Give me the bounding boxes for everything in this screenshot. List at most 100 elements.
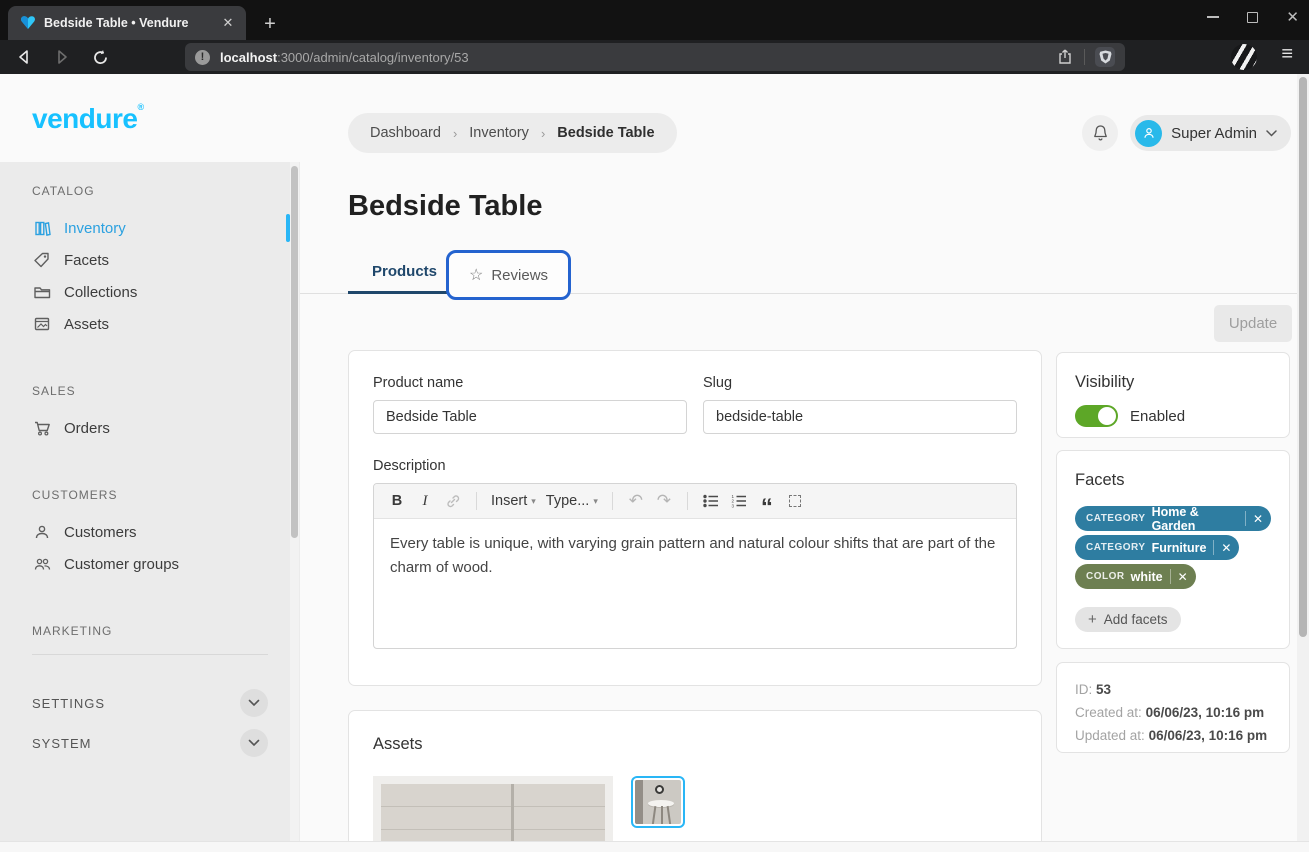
sidebar-item-customers[interactable]: Customers <box>0 516 300 548</box>
sidebar-item-customer-groups[interactable]: Customer groups <box>0 548 300 580</box>
chevron-down-icon[interactable] <box>240 729 268 757</box>
brave-shield-icon[interactable] <box>1095 47 1115 67</box>
avatar <box>1135 120 1162 147</box>
redo-button[interactable]: ↷ <box>651 488 677 514</box>
maximize-icon[interactable] <box>1247 12 1258 23</box>
facet-group: CATEGORY <box>1086 513 1146 524</box>
sidebar-divider <box>32 654 268 655</box>
facet-value: Home & Garden <box>1152 505 1238 533</box>
admin-app: vendure® CATALOG Inventory Facets <box>0 74 1309 841</box>
share-icon[interactable] <box>1056 48 1074 66</box>
sidebar-scrollbar[interactable] <box>290 162 299 841</box>
browser-menu-icon[interactable]: ≡ <box>1281 43 1293 66</box>
page-scrollbar-vertical[interactable] <box>1297 74 1309 841</box>
notifications-button[interactable] <box>1082 115 1118 151</box>
page-title: Bedside Table <box>348 190 542 223</box>
facet-group: CATEGORY <box>1086 542 1146 553</box>
main-topbar: Dashboard › Inventory › Bedside Table Su… <box>348 113 1291 153</box>
new-tab-button[interactable]: + <box>258 12 282 36</box>
enabled-toggle[interactable] <box>1075 405 1118 427</box>
section-customers: CUSTOMERS <box>0 488 300 502</box>
updated-label: Updated at: <box>1075 728 1145 743</box>
remove-facet-icon[interactable]: ✕ <box>1221 541 1231 555</box>
bold-button[interactable]: B <box>384 488 410 514</box>
browser-tab[interactable]: Bedside Table • Vendure ✕ <box>8 6 246 40</box>
section-marketing: MARKETING <box>0 624 300 638</box>
sidebar-item-facets[interactable]: Facets <box>0 244 300 276</box>
user-name: Super Admin <box>1171 125 1257 142</box>
users-icon <box>32 554 52 574</box>
tab-reviews[interactable]: ☆ Reviews <box>446 250 571 300</box>
asset-thumbnail-selected[interactable] <box>631 776 685 828</box>
reload-icon[interactable] <box>86 43 114 71</box>
breadcrumb-inventory[interactable]: Inventory <box>469 125 529 141</box>
italic-button[interactable]: I <box>412 488 438 514</box>
sidebar-item-system[interactable]: SYSTEM <box>0 723 300 763</box>
visibility-title: Visibility <box>1075 373 1271 392</box>
user-icon <box>32 522 52 542</box>
chevron-down-icon <box>1266 130 1277 137</box>
meta-created-row: Created at: 06/06/23, 10:16 pm <box>1075 701 1271 724</box>
sidebar-item-collections[interactable]: Collections <box>0 276 300 308</box>
facet-value: Furniture <box>1152 541 1207 555</box>
assets-card: Assets <box>348 710 1042 852</box>
sidebar-item-orders[interactable]: Orders <box>0 412 300 444</box>
browser-profile-avatar[interactable] <box>1231 44 1257 70</box>
page-scrollbar-horizontal[interactable] <box>0 841 1309 852</box>
sidebar-item-inventory[interactable]: Inventory <box>0 212 300 244</box>
bell-icon <box>1092 124 1109 142</box>
tab-title: Bedside Table • Vendure <box>44 16 218 30</box>
blockquote-button[interactable]: “ <box>754 488 780 514</box>
created-value: 06/06/23, 10:16 pm <box>1146 705 1265 720</box>
type-dropdown[interactable]: Type...▾ <box>542 488 602 514</box>
ordered-list-button[interactable]: 123 <box>726 488 752 514</box>
remove-facet-icon[interactable]: ✕ <box>1178 570 1188 584</box>
facet-chip: CATEGORY Furniture ✕ <box>1075 535 1239 560</box>
description-editor[interactable]: Every table is unique, with varying grai… <box>374 519 1016 648</box>
tab-close-icon[interactable]: ✕ <box>218 13 238 33</box>
remove-facet-icon[interactable]: ✕ <box>1253 512 1263 526</box>
site-info-icon[interactable]: ! <box>195 50 210 65</box>
tab-products[interactable]: Products <box>348 252 461 294</box>
sidebar: vendure® CATALOG Inventory Facets <box>0 74 300 841</box>
sidebar-scrollbar-thumb[interactable] <box>291 166 298 538</box>
section-sales: SALES <box>0 384 300 398</box>
tag-icon <box>32 250 52 270</box>
rich-text-editor: B I Insert▾ Type...▾ ↶ ↷ <box>373 483 1017 649</box>
meta-card: ID: 53 Created at: 06/06/23, 10:16 pm Up… <box>1056 662 1290 753</box>
back-icon[interactable] <box>10 43 38 71</box>
window-controls: ✕ <box>1207 0 1299 34</box>
user-menu[interactable]: Super Admin <box>1130 115 1291 151</box>
sidebar-item-settings[interactable]: SETTINGS <box>0 683 300 723</box>
editor-toolbar: B I Insert▾ Type...▾ ↶ ↷ <box>374 484 1016 519</box>
vendure-logo[interactable]: vendure® <box>32 102 144 135</box>
code-block-button[interactable] <box>782 488 808 514</box>
urlbar-separator <box>1084 49 1085 65</box>
facets-title: Facets <box>1075 471 1271 490</box>
window-close-icon[interactable]: ✕ <box>1286 10 1299 25</box>
forward-icon[interactable] <box>48 43 76 71</box>
sidebar-item-assets[interactable]: Assets <box>0 308 300 340</box>
product-name-input[interactable] <box>373 400 687 434</box>
meta-updated-row: Updated at: 06/06/23, 10:16 pm <box>1075 724 1271 747</box>
asset-photo-bedside-table <box>635 780 681 824</box>
update-button[interactable]: Update <box>1214 305 1292 342</box>
sidebar-item-label: Orders <box>64 420 110 437</box>
breadcrumb-dashboard[interactable]: Dashboard <box>370 125 441 141</box>
browser-toolbar: ! localhost:3000/admin/catalog/inventory… <box>0 40 1309 74</box>
insert-dropdown[interactable]: Insert▾ <box>487 488 540 514</box>
link-button[interactable] <box>440 488 466 514</box>
url-bar[interactable]: ! localhost:3000/admin/catalog/inventory… <box>185 43 1125 71</box>
page-scrollbar-thumb[interactable] <box>1299 77 1307 637</box>
id-value: 53 <box>1096 682 1111 697</box>
chevron-down-icon[interactable] <box>240 689 268 717</box>
sidebar-nav: CATALOG Inventory Facets <box>0 162 300 841</box>
vendure-favicon <box>20 15 36 31</box>
minimize-icon[interactable] <box>1207 16 1219 18</box>
bullet-list-button[interactable] <box>698 488 724 514</box>
books-icon <box>32 218 52 238</box>
browser-window: Bedside Table • Vendure ✕ + ✕ ! localhos… <box>0 0 1309 852</box>
undo-button[interactable]: ↶ <box>623 488 649 514</box>
slug-input[interactable] <box>703 400 1017 434</box>
add-facets-button[interactable]: + Add facets <box>1075 607 1181 632</box>
